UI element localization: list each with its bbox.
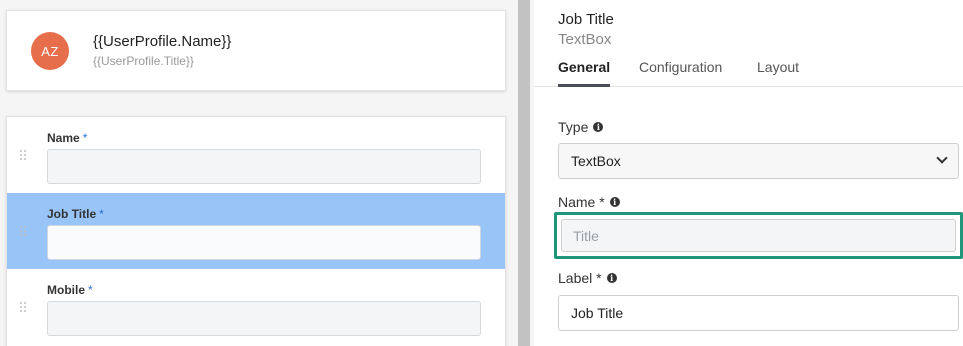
type-select-value: TextBox xyxy=(571,153,621,169)
tab-general[interactable]: General xyxy=(558,59,611,87)
type-label: Type i xyxy=(558,119,604,135)
label-input[interactable]: Job Title xyxy=(558,295,959,331)
label-label: Label * i xyxy=(558,270,617,286)
app-root: AZ {{UserProfile.Name}} {{UserProfile.Ti… xyxy=(0,0,963,346)
drag-handle-icon[interactable] xyxy=(20,302,28,314)
drag-handle-icon[interactable] xyxy=(20,150,28,162)
info-icon[interactable]: i xyxy=(609,197,620,207)
field-input[interactable] xyxy=(47,149,481,184)
field-input[interactable] xyxy=(47,225,481,260)
tab-configuration[interactable]: Configuration xyxy=(639,59,722,87)
tab-layout[interactable]: Layout xyxy=(757,59,799,87)
info-icon[interactable]: i xyxy=(606,273,617,283)
form-preview-pane: AZ {{UserProfile.Name}} {{UserProfile.Ti… xyxy=(0,0,516,346)
properties-subtitle: TextBox xyxy=(558,31,612,48)
properties-title: Job Title xyxy=(558,11,614,28)
type-select[interactable]: TextBox xyxy=(558,143,959,179)
info-icon[interactable]: i xyxy=(593,122,604,132)
chevron-down-icon xyxy=(936,152,948,164)
field-label: Job Title * xyxy=(47,207,104,221)
properties-pane: Job Title TextBox General Configuration … xyxy=(534,0,963,346)
form-card: Name * Job Title * Mobile * xyxy=(6,116,506,346)
profile-title: {{UserProfile.Title}} xyxy=(93,54,194,68)
name-label: Name * i xyxy=(558,194,620,210)
name-input[interactable]: Title xyxy=(561,219,956,252)
profile-card: AZ {{UserProfile.Name}} {{UserProfile.Ti… xyxy=(6,10,506,91)
field-label: Mobile * xyxy=(47,283,93,297)
form-field-mobile[interactable]: Mobile * xyxy=(7,269,505,345)
drag-handle-icon[interactable] xyxy=(20,226,28,238)
form-field-name[interactable]: Name * xyxy=(7,117,505,193)
field-label: Name * xyxy=(47,131,88,145)
name-field-focus-ring: Title xyxy=(554,212,963,259)
required-marker: * xyxy=(82,131,88,145)
pane-splitter[interactable] xyxy=(518,0,530,346)
required-marker: * xyxy=(99,207,104,221)
properties-header: Job Title TextBox General Configuration … xyxy=(534,0,963,87)
avatar: AZ xyxy=(31,32,69,70)
required-marker: * xyxy=(88,283,93,297)
field-input[interactable] xyxy=(47,301,481,336)
profile-name: {{UserProfile.Name}} xyxy=(93,33,232,50)
form-field-job-title[interactable]: Job Title * xyxy=(7,193,505,269)
